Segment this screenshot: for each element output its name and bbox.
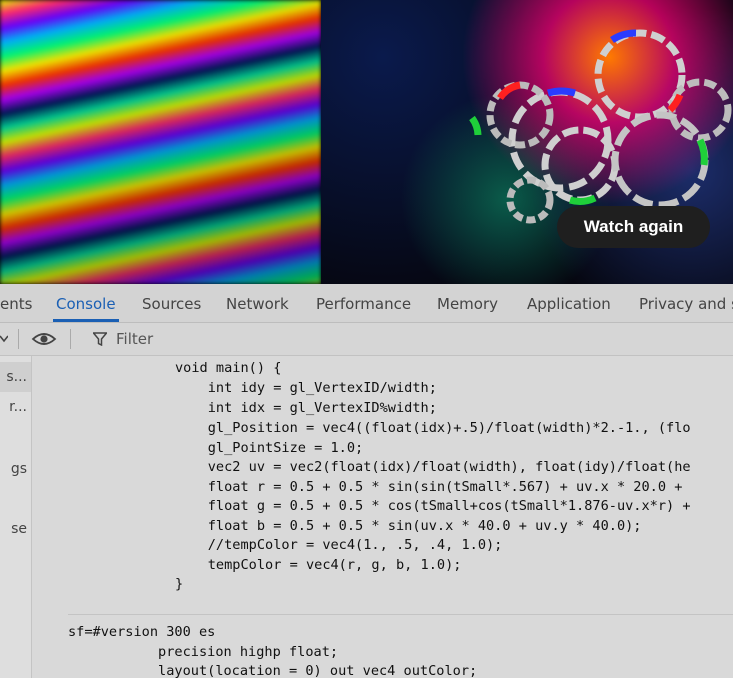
sidebar-item-warnings[interactable]: gs [0, 454, 31, 484]
tab-privacy-and-security[interactable]: Privacy and s [639, 284, 733, 322]
console-sidebar: s... r... gs se [0, 356, 32, 678]
code-line: layout(location = 0) out vec4 outColor; [68, 663, 478, 678]
message-divider [68, 614, 733, 615]
code-line: float b = 0.5 + 0.5 * sin(uv.x * 40.0 + … [175, 518, 642, 534]
sidebar-item-verbose[interactable]: se [0, 514, 31, 544]
filter-icon [93, 332, 107, 346]
chevron-down-icon[interactable] [0, 334, 8, 344]
code-line: float g = 0.5 + 0.5 * cos(tSmall+cos(tSm… [175, 498, 691, 514]
tab-elements[interactable]: ents [0, 284, 32, 322]
tab-memory[interactable]: Memory [437, 284, 498, 322]
toolbar-divider [18, 329, 19, 349]
code-line: //tempColor = vec4(1., .5, .4, 1.0); [175, 537, 503, 553]
code-line: int idy = gl_VertexID/width; [175, 380, 437, 396]
console-output: void main() { int idy = gl_VertexID/widt… [32, 356, 733, 678]
code-line: precision highp float; [68, 644, 339, 660]
code-line: float r = 0.5 + 0.5 * sin(sin(tSmall*.56… [175, 479, 683, 495]
tab-console[interactable]: Console [53, 284, 119, 322]
code-line: gl_PointSize = 1.0; [175, 440, 364, 456]
code-line: void main() { [175, 360, 282, 376]
code-line: gl_Position = vec4((float(idx)+.5)/float… [175, 420, 691, 436]
console-toolbar: Filter [0, 323, 733, 356]
code-line: sf=#version 300 es [68, 624, 216, 640]
filter-input[interactable]: Filter [116, 330, 153, 348]
toolbar-divider [70, 329, 71, 349]
watch-again-button[interactable]: Watch again [557, 206, 710, 248]
tab-sources[interactable]: Sources [142, 284, 201, 322]
tab-network[interactable]: Network [226, 284, 289, 322]
sidebar-item-user-messages[interactable]: r... [0, 392, 31, 422]
eye-icon[interactable] [31, 330, 57, 348]
sidebar-item-messages[interactable]: s... [0, 362, 31, 392]
tab-performance[interactable]: Performance [316, 284, 411, 322]
devtools-panel: ents Console Sources Network Performance… [0, 284, 733, 678]
video-player[interactable]: Watch again [0, 0, 733, 284]
code-line: int idx = gl_VertexID%width; [175, 400, 437, 416]
tab-application[interactable]: Application [527, 284, 611, 322]
code-line: tempColor = vec4(r, g, b, 1.0); [175, 557, 462, 573]
code-line: vec2 uv = vec2(float(idx)/float(width), … [175, 459, 691, 475]
code-line: } [175, 576, 184, 592]
devtools-tabbar: ents Console Sources Network Performance… [0, 284, 733, 323]
